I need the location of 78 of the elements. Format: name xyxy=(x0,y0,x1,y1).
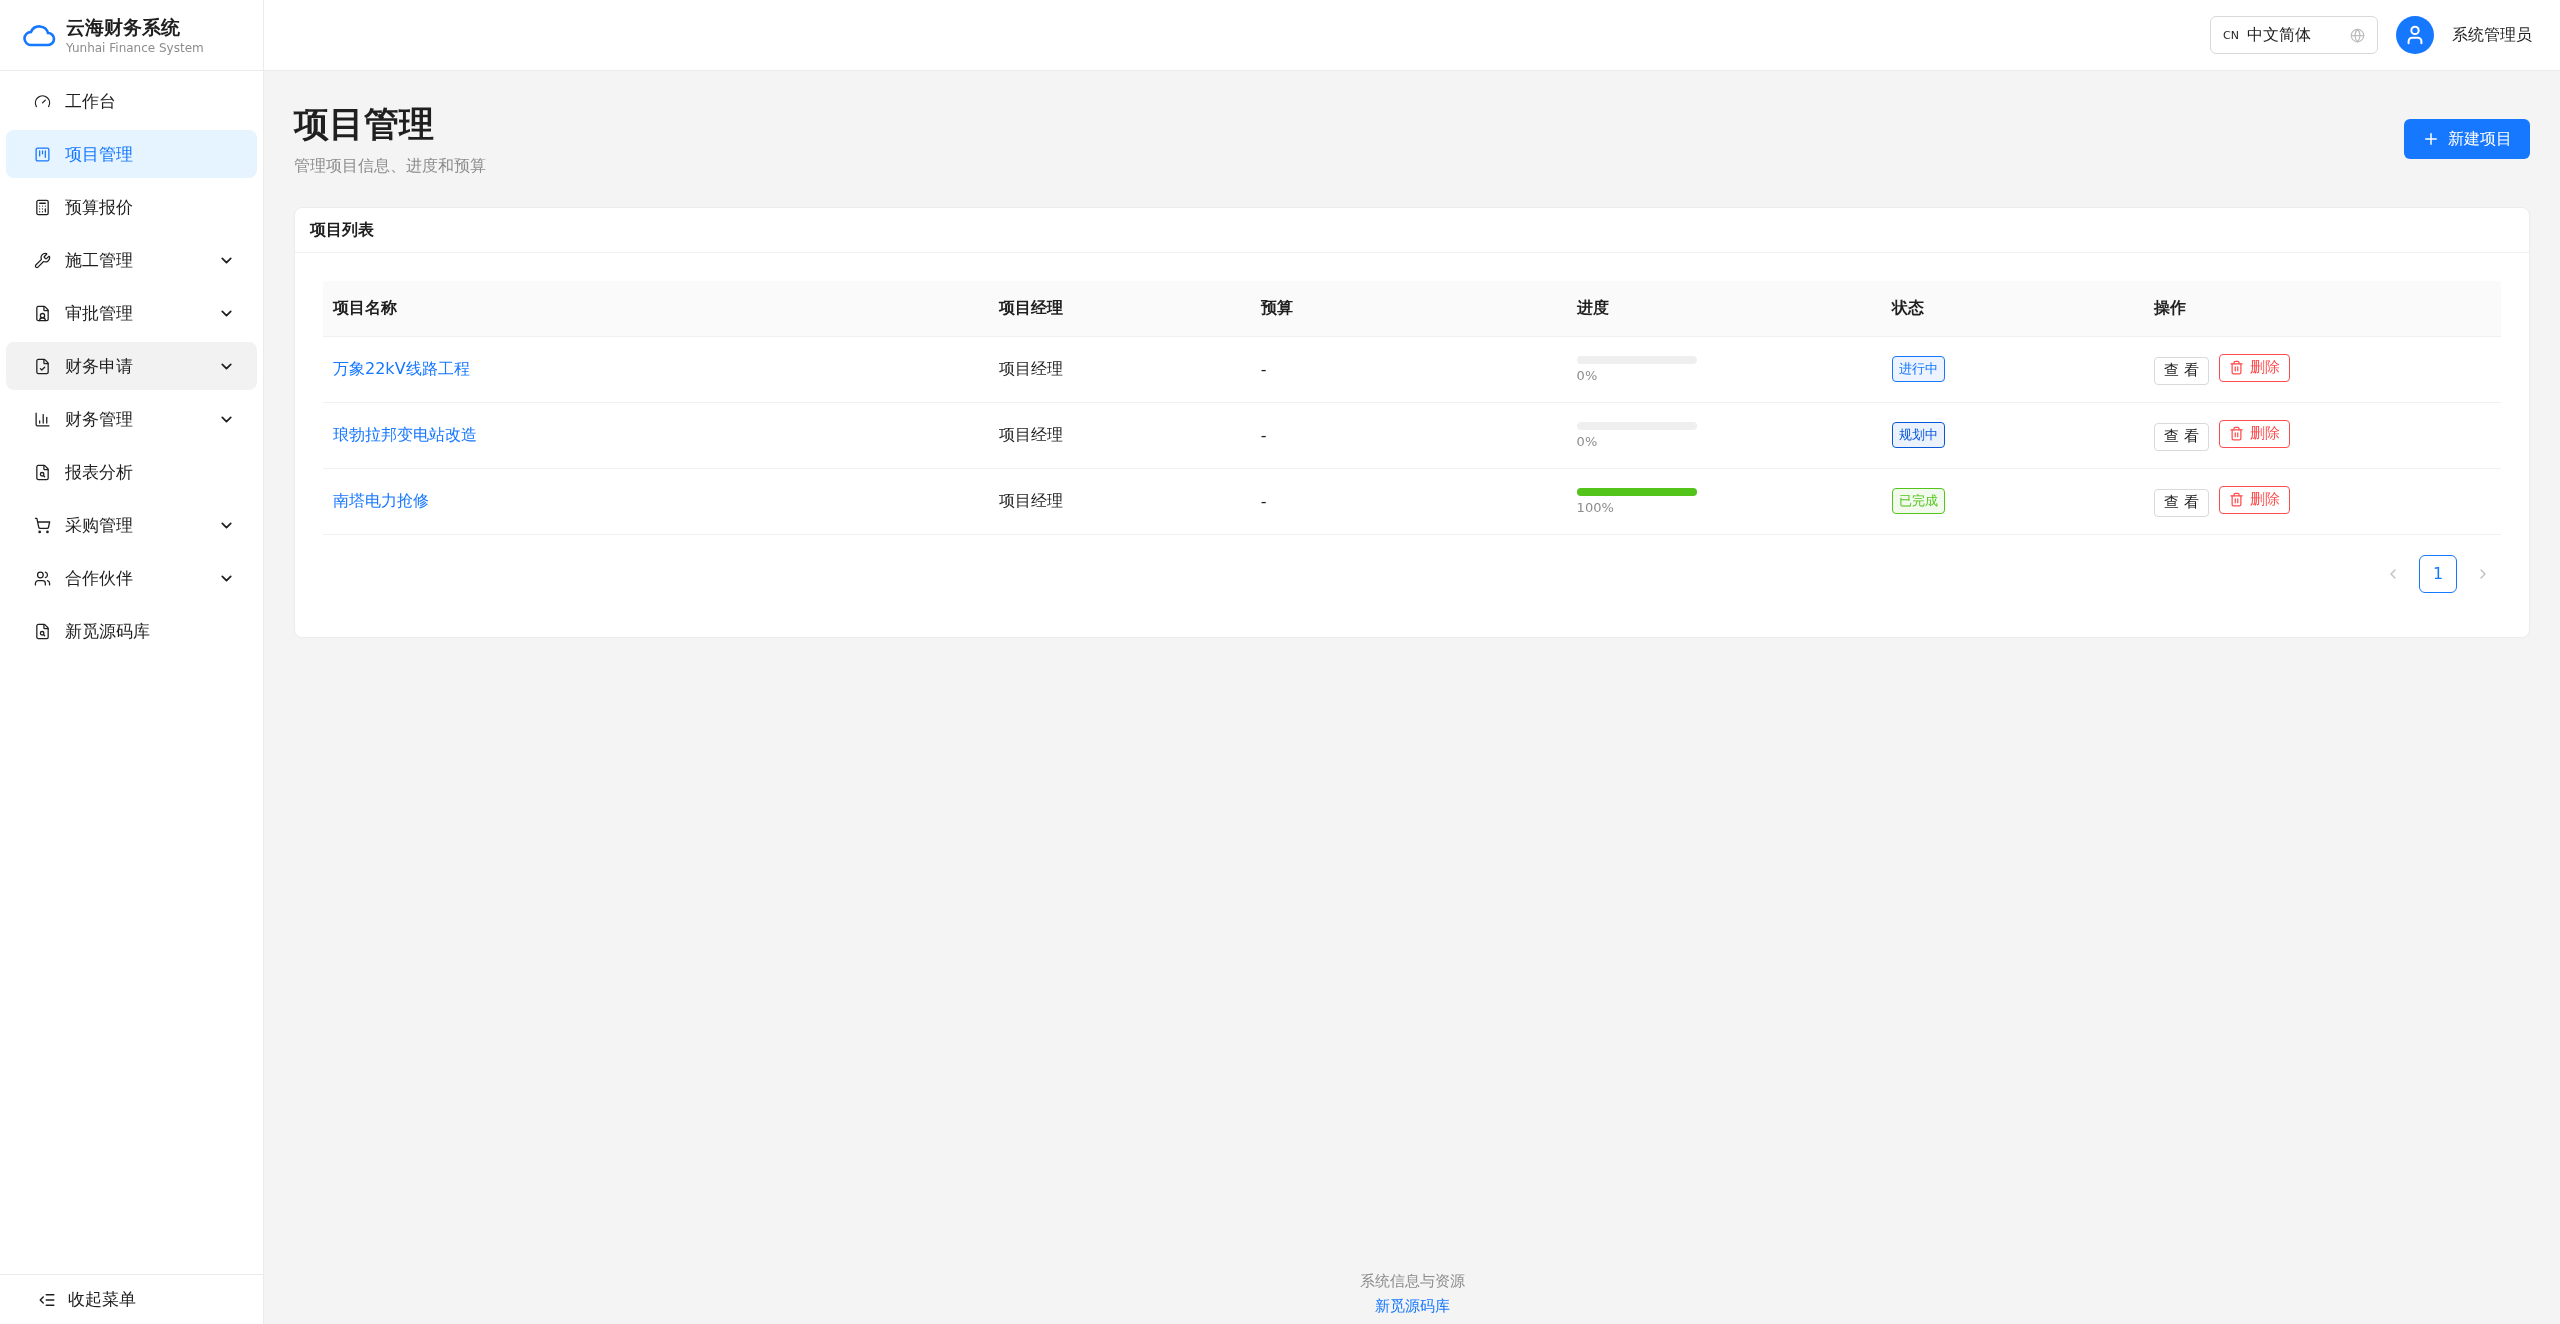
footer-text: 系统信息与资源 xyxy=(1359,1272,1465,1291)
sidebar-item-label: 工作台 xyxy=(65,89,117,113)
sidebar-item-label: 财务申请 xyxy=(65,354,134,378)
table-cell: 项目经理 xyxy=(989,468,1251,534)
status-tag: 已完成 xyxy=(1892,488,1946,514)
menu-item-icon xyxy=(34,145,51,163)
sidebar-item-label: 合作伙伴 xyxy=(65,566,134,590)
sidebar-item-label: 预算报价 xyxy=(65,195,134,219)
trash-icon xyxy=(2228,492,2244,507)
menu-item-icon xyxy=(34,92,51,110)
menu-item-icon xyxy=(34,516,51,534)
menu-item-icon xyxy=(34,198,51,216)
column-header: 项目经理 xyxy=(989,281,1251,336)
sidebar-item-label: 财务管理 xyxy=(65,407,134,431)
brand-name: 云海财务系统 xyxy=(66,15,181,40)
menu-item-icon xyxy=(34,304,51,322)
sidebar-item[interactable]: 财务管理 xyxy=(6,395,257,443)
trash-icon xyxy=(2228,426,2244,441)
column-header: 项目名称 xyxy=(323,281,990,336)
column-header: 预算 xyxy=(1250,281,1567,336)
footer-link[interactable]: 新觅源码库 xyxy=(1374,1297,1450,1316)
cloud-logo-icon xyxy=(22,23,56,47)
menu-item-icon xyxy=(34,410,51,428)
language-label: 中文简体 xyxy=(2246,24,2312,46)
sidebar-item-label: 采购管理 xyxy=(65,513,134,537)
sidebar-item-label: 审批管理 xyxy=(65,301,134,325)
progress-percent: 100% xyxy=(1576,499,1615,515)
menu-item-icon xyxy=(34,463,51,481)
sidebar-item[interactable]: 施工管理 xyxy=(6,236,257,284)
sidebar-item[interactable]: 财务申请 xyxy=(6,342,257,390)
progress-percent: 0% xyxy=(1576,367,1599,383)
view-button[interactable]: 查 看 xyxy=(2153,488,2209,517)
column-header: 状态 xyxy=(1882,281,2144,336)
collapse-menu-button[interactable]: 收起菜单 xyxy=(0,1274,263,1324)
user-name[interactable]: 系统管理员 xyxy=(2452,24,2532,46)
menu-item-icon xyxy=(34,357,51,375)
sidebar-item[interactable]: 项目管理 xyxy=(6,130,257,178)
language-select[interactable]: CN 中文简体 xyxy=(2210,16,2378,54)
status-tag: 进行中 xyxy=(1892,356,1946,382)
sidebar-item[interactable]: 合作伙伴 xyxy=(6,554,257,602)
table-cell: 项目经理 xyxy=(989,402,1251,468)
table-cell: - xyxy=(1250,468,1567,534)
page-subtitle: 管理项目信息、进度和预算 xyxy=(294,156,486,177)
brand-subtitle: Yunhai Finance System xyxy=(66,41,204,55)
sidebar-item[interactable]: 采购管理 xyxy=(6,501,257,549)
language-code: CN xyxy=(2223,28,2239,42)
sidebar-item[interactable]: 审批管理 xyxy=(6,289,257,337)
progress-percent: 0% xyxy=(1576,433,1599,449)
project-name-link[interactable]: 南塔电力抢修 xyxy=(333,490,429,510)
globe-icon xyxy=(2350,27,2365,43)
sidebar-item[interactable]: 新觅源码库 xyxy=(6,607,257,655)
table-cell: - xyxy=(1250,336,1567,402)
user-avatar[interactable] xyxy=(2396,16,2434,54)
page-number-button[interactable]: 1 xyxy=(2419,554,2457,593)
page-title: 项目管理 xyxy=(294,103,435,146)
status-tag: 规划中 xyxy=(1892,422,1946,448)
sidebar-item[interactable]: 预算报价 xyxy=(6,183,257,231)
view-button[interactable]: 查 看 xyxy=(2153,422,2209,451)
column-header: 进度 xyxy=(1566,281,1883,336)
sidebar-item-label: 施工管理 xyxy=(65,248,134,272)
column-header: 操作 xyxy=(2143,281,2501,336)
sidebar-item-label: 新觅源码库 xyxy=(65,619,151,643)
menu-item-icon xyxy=(34,251,51,269)
menu-item-icon xyxy=(34,569,51,587)
sidebar-item[interactable]: 报表分析 xyxy=(6,448,257,496)
new-project-button[interactable]: 新建项目 xyxy=(2404,119,2530,159)
table-cell: - xyxy=(1250,402,1567,468)
plus-icon xyxy=(2422,130,2440,148)
sidebar-item-label: 报表分析 xyxy=(65,460,134,484)
trash-icon xyxy=(2228,360,2244,375)
sidebar-item[interactable]: 工作台 xyxy=(6,77,257,125)
project-name-link[interactable]: 万象22kV线路工程 xyxy=(333,358,470,378)
project-name-link[interactable]: 琅勃拉邦变电站改造 xyxy=(333,424,477,444)
card-title: 项目列表 xyxy=(310,219,374,241)
view-button[interactable]: 查 看 xyxy=(2153,356,2209,385)
menu-item-icon xyxy=(34,622,51,640)
table-cell: 项目经理 xyxy=(989,336,1251,402)
sidebar-item-label: 项目管理 xyxy=(65,142,134,166)
